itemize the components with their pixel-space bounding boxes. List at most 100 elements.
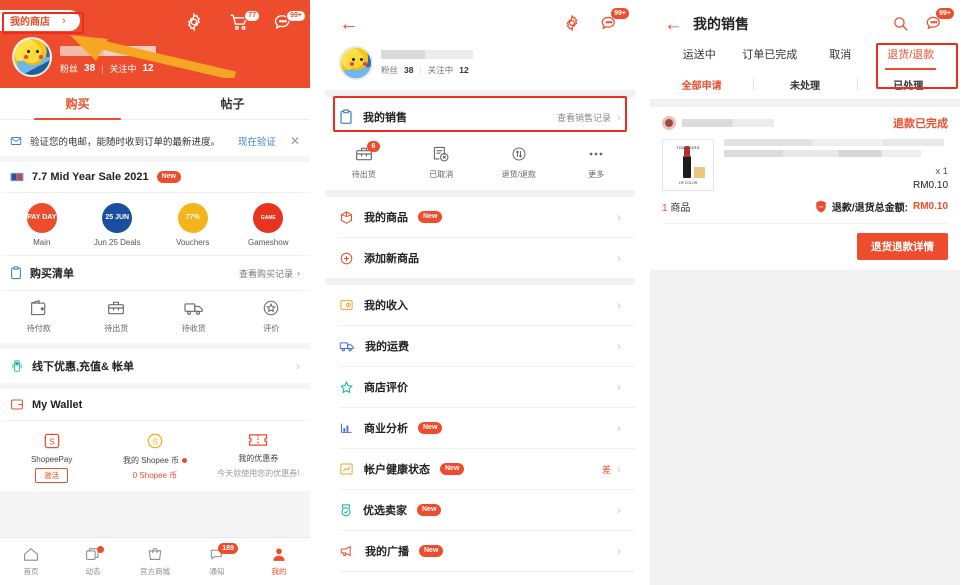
avatar[interactable]: [339, 46, 373, 80]
purchase-title: 购买清单: [30, 268, 74, 280]
wallet-shopeepay[interactable]: S ShopeePay 激活: [0, 431, 103, 483]
coins-label-text: 我的 Shopee 币: [122, 456, 179, 465]
wallet-icon: [11, 399, 23, 410]
menu-business-insights[interactable]: 商业分析 New ›: [325, 408, 635, 448]
order-status-topay[interactable]: 待付款: [0, 299, 78, 334]
order-card[interactable]: 退款已完成 TOM FORD LIP COLOR x 1 RM0.10 1 商品…: [650, 107, 960, 270]
menu-add-product[interactable]: 添加新商品 ›: [325, 238, 635, 278]
order-status-label: 评价: [263, 324, 280, 333]
menu-label: 商业分析: [364, 423, 408, 435]
nav-mall[interactable]: 官方商城: [124, 546, 186, 577]
purchase-list-header[interactable]: 购买清单 查看购买记录 ›: [0, 256, 310, 290]
nav-feed[interactable]: 动态: [62, 546, 124, 577]
mid-header: ← 99+ 粉丝 38 | 关注中 12: [325, 0, 635, 90]
menu-shipping-fee[interactable]: 我的运费 ›: [325, 326, 635, 366]
tab-purchases[interactable]: 购买: [0, 88, 155, 120]
my-sales-link[interactable]: 查看销售记录 ›: [557, 110, 621, 124]
menu-seller-assistant[interactable]: 卖家助理 ›: [325, 572, 635, 585]
nav-me[interactable]: 我的: [248, 546, 310, 577]
row-right: ›: [617, 339, 621, 353]
new-badge: New: [419, 545, 444, 557]
profile-block[interactable]: 粉丝 38 | 关注中 12: [12, 37, 298, 77]
stat-separator: |: [419, 65, 422, 75]
wallet-coins[interactable]: S 我的 Shopee 币 0 Shopee 币: [103, 431, 206, 483]
refund-detail-button[interactable]: 退货退款详情: [857, 233, 948, 260]
order-status-row: 待付款 待出货 待收货 评价: [0, 291, 310, 343]
sale-banner-row[interactable]: 7.7 Mid Year Sale 2021 New: [0, 162, 310, 192]
right-header: ← 我的销售 99+ 运送中 订单已完成 取消 退货/退款: [650, 0, 960, 70]
refund-total-value: RM0.10: [912, 201, 948, 212]
tab-completed[interactable]: 订单已完成: [735, 46, 806, 70]
screenshot-stage: 我的商店 › 77 99+ 粉丝 38 | 关注中 12 购买 帖子 验证您的电…: [0, 0, 975, 585]
my-shop-button[interactable]: 我的商店 ›: [0, 10, 80, 31]
seller-profile[interactable]: 粉丝 38 | 关注中 12: [339, 46, 621, 90]
order-status-toship[interactable]: 待出货: [78, 299, 156, 334]
wallet-vouchers[interactable]: 我的优惠券 今天就使用您的优惠券!: [207, 431, 310, 483]
my-wallet-row[interactable]: My Wallet: [0, 389, 310, 420]
verify-now-link[interactable]: 现在验证: [238, 134, 276, 148]
promo-jun25[interactable]: 25 JUN Jun 25 Deals: [80, 203, 156, 247]
chat-icon[interactable]: 99+: [272, 10, 306, 36]
quick-cancelled[interactable]: 已取消: [403, 145, 481, 180]
svg-text:S: S: [49, 436, 55, 446]
order-status-toreceive[interactable]: 待收货: [155, 299, 233, 334]
order-summary: 1 商品 退款/退货总金额: RM0.10: [662, 199, 948, 214]
menu-preferred-seller[interactable]: 优选卖家 New ›: [325, 490, 635, 530]
subtab-processed[interactable]: 已处理: [856, 70, 960, 99]
new-badge: New: [417, 504, 442, 516]
purchase-link[interactable]: 查看购买记录 ›: [239, 267, 300, 280]
subtab-all-requests[interactable]: 全部申请: [650, 70, 753, 99]
menu-account-health[interactable]: 帐户健康状态 New 差 ›: [325, 449, 635, 489]
tab-posts[interactable]: 帖子: [155, 88, 310, 119]
chevron-right-icon: ›: [617, 380, 621, 394]
star-icon: [340, 380, 353, 393]
item-price: RM0.10: [912, 180, 948, 191]
activate-pill[interactable]: 激活: [35, 468, 69, 483]
chat-icon[interactable]: 99+: [599, 8, 629, 34]
subtab-unprocessed[interactable]: 未处理: [753, 70, 856, 99]
bottom-navigation: 首页 动态 官方商城 189 通知 我的: [0, 537, 310, 585]
nav-label: 首页: [23, 567, 39, 576]
promo-vouchers[interactable]: 77% Vouchers: [155, 203, 231, 247]
my-sales-row[interactable]: 我的销售 查看销售记录 ›: [325, 97, 635, 137]
promo-row: PAY DAY Main 25 JUN Jun 25 Deals 77% Vou…: [0, 193, 310, 255]
search-icon[interactable]: [892, 15, 910, 33]
clipboard-icon: [11, 266, 21, 280]
chevron-right-icon: ›: [62, 14, 66, 27]
quick-toship[interactable]: 6 待出货: [325, 141, 403, 180]
chat-badge: 99+: [936, 8, 954, 19]
offline-offers-row[interactable]: 线下优惠,充值& 帐单 ›: [0, 349, 310, 383]
gear-icon[interactable]: [563, 14, 583, 34]
back-arrow-icon[interactable]: ←: [664, 15, 683, 34]
close-icon[interactable]: ✕: [290, 134, 300, 148]
menu-my-products[interactable]: 我的商品 New ›: [325, 197, 635, 237]
quick-label: 已取消: [429, 170, 454, 179]
promo-gameshow[interactable]: GAME Gameshow: [231, 203, 307, 247]
quick-label: 退货/退款: [501, 170, 536, 179]
avatar[interactable]: [12, 37, 52, 77]
offline-chevron[interactable]: ›: [296, 359, 300, 373]
left-header-icons: 77 99+: [184, 10, 306, 36]
tab-return-refund[interactable]: 退货/退款: [876, 46, 947, 70]
buyer-name-redacted: [682, 119, 774, 127]
chevron-right-icon: ›: [617, 251, 621, 265]
cart-icon[interactable]: 77: [228, 10, 260, 36]
tab-shipping[interactable]: 运送中: [664, 46, 735, 70]
quick-refund[interactable]: 退货/退款: [480, 145, 558, 180]
tab-cancelled[interactable]: 取消: [805, 46, 876, 70]
sales-tabs: 运送中 订单已完成 取消 退货/退款: [664, 46, 946, 70]
order-status-review[interactable]: 评价: [233, 299, 311, 334]
menu-my-broadcast[interactable]: 我的广播 New ›: [325, 531, 635, 571]
menu-my-income[interactable]: 我的收入 ›: [325, 285, 635, 325]
promo-label: Vouchers: [176, 238, 210, 247]
promo-main[interactable]: PAY DAY Main: [4, 203, 80, 247]
nav-notifications[interactable]: 189 通知: [186, 543, 248, 577]
gear-icon[interactable]: [184, 12, 210, 36]
nav-home[interactable]: 首页: [0, 546, 62, 577]
menu-shop-rating[interactable]: 商店评价 ›: [325, 367, 635, 407]
chat-icon[interactable]: 99+: [924, 8, 954, 34]
box-icon: [341, 210, 352, 224]
menu-label: 添加新商品: [364, 253, 419, 265]
quick-more[interactable]: 更多: [558, 145, 636, 180]
back-arrow-icon[interactable]: ←: [339, 14, 359, 34]
